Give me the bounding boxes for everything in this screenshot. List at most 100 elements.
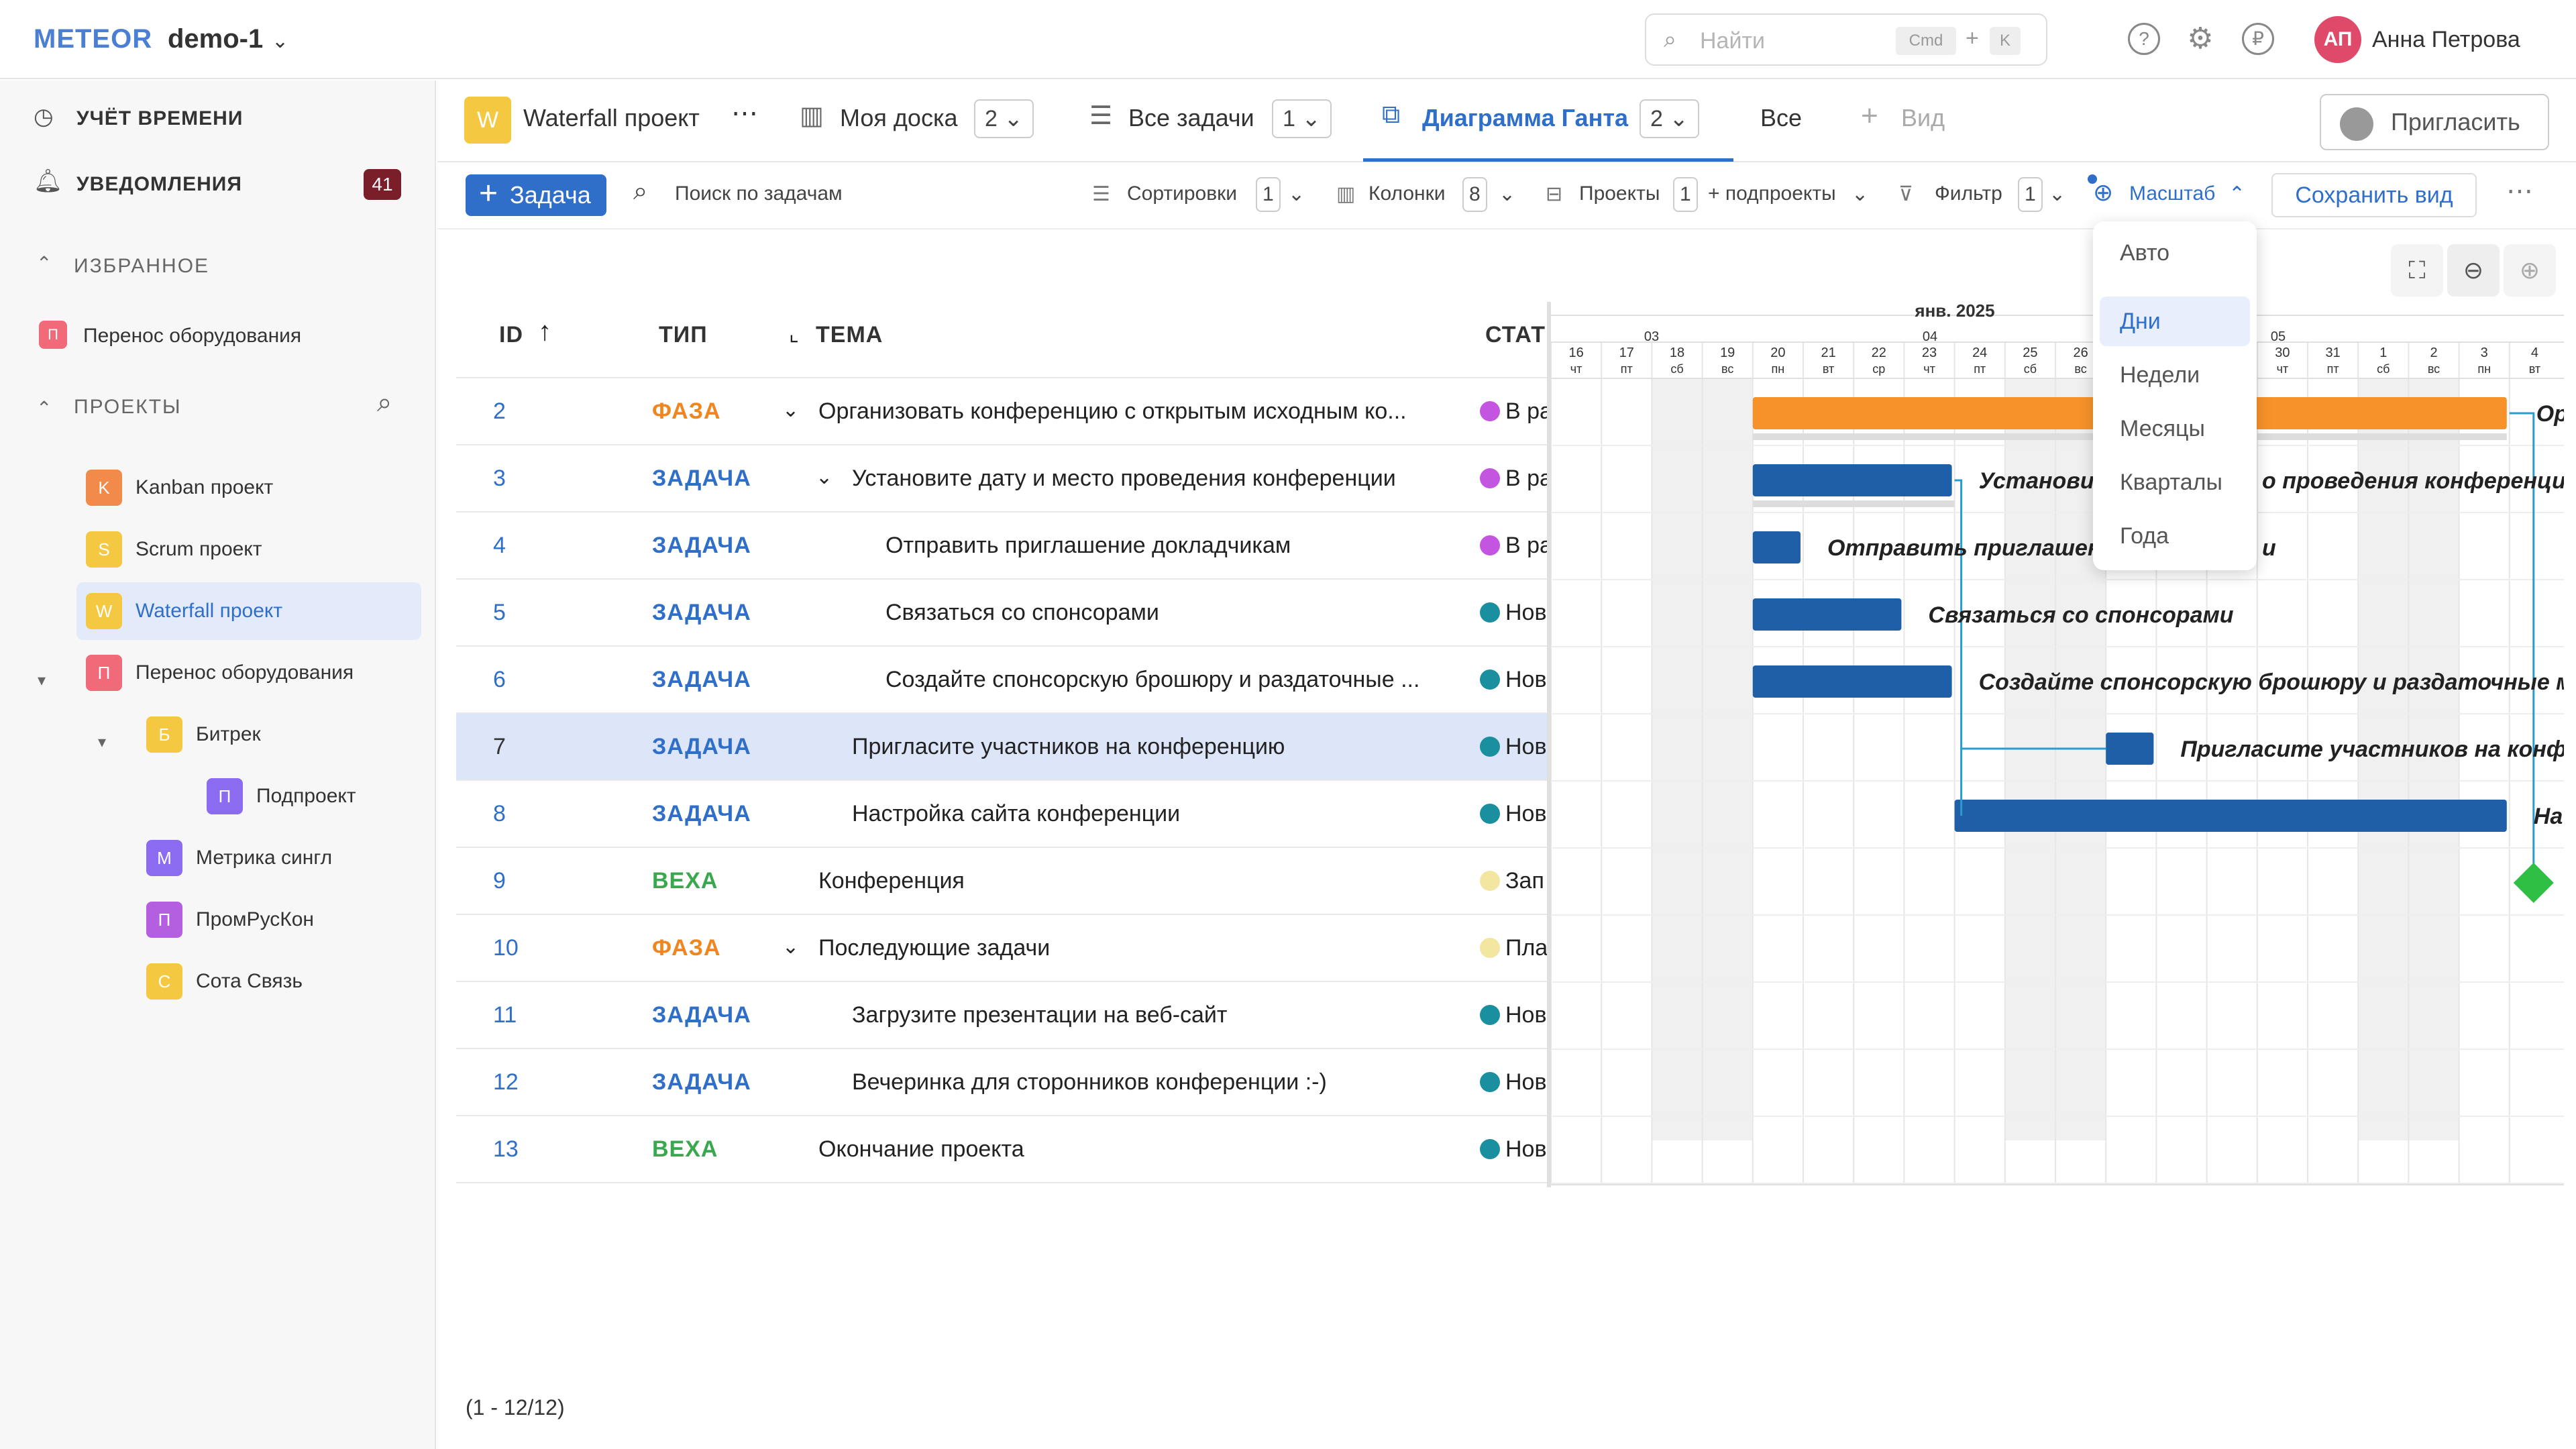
task-topic[interactable]: Отправить приглашение докладчикам	[885, 533, 1469, 559]
chevron-down-icon[interactable]: ⌄	[272, 30, 288, 53]
sidebar-project-label[interactable]: Метрика сингл	[196, 847, 332, 869]
tab-gantt[interactable]: Диаграмма Ганта	[1422, 104, 1628, 132]
tab-add-view[interactable]: Вид	[1901, 104, 1945, 132]
sidebar-project-label[interactable]: ПромРусКон	[196, 908, 314, 931]
projects-button[interactable]: Проекты	[1579, 182, 1660, 205]
task-id-link[interactable]: 6	[493, 667, 506, 693]
table-row[interactable]: 7 ЗАДАЧА Пригласите участников на конферен…	[456, 714, 1547, 781]
chevron-down-icon[interactable]: ⌄	[782, 398, 799, 422]
task-topic[interactable]: Вечеринка для сторонников конференции :-…	[852, 1069, 1469, 1095]
sort-button[interactable]: Сортировки	[1127, 182, 1237, 205]
avatar[interactable]: АП	[2314, 16, 2361, 63]
tab-all-tasks-count[interactable]: 1 ⌄	[1272, 99, 1332, 138]
user-name[interactable]: Анна Петрова	[2372, 27, 2520, 53]
task-topic[interactable]: Настройка сайта конференции	[852, 801, 1469, 827]
table-row[interactable]: 10 ФАЗА ⌄ Последующие задачи Пла	[456, 915, 1547, 982]
task-id-link[interactable]: 3	[493, 466, 506, 492]
scale-option[interactable]: Кварталы	[2120, 470, 2222, 496]
table-row[interactable]: 5 ЗАДАЧА Связаться со спонсорами Нов	[456, 580, 1547, 647]
task-id-link[interactable]: 13	[493, 1136, 519, 1163]
project-title[interactable]: Waterfall проект	[523, 104, 700, 132]
tab-all-tasks[interactable]: Все задачи	[1128, 104, 1254, 132]
scale-option[interactable]: Недели	[2120, 362, 2200, 388]
columns-button[interactable]: Колонки	[1368, 182, 1445, 205]
chevron-down-icon[interactable]: ⌄	[782, 935, 799, 959]
col-id-header[interactable]: ID	[499, 322, 523, 348]
sidebar-item-notifications[interactable]: УВЕДОМЛЕНИЯ	[76, 173, 242, 196]
sort-count[interactable]: 1	[1256, 177, 1281, 212]
projects-count[interactable]: 1	[1673, 177, 1698, 212]
chevron-down-icon[interactable]: ⌄	[1851, 182, 1868, 206]
table-row[interactable]: 4 ЗАДАЧА Отправить приглашение докладчикам…	[456, 513, 1547, 580]
tab-all[interactable]: Все	[1760, 104, 1802, 132]
columns-count[interactable]: 8	[1462, 177, 1487, 212]
table-row[interactable]: 11 ЗАДАЧА Загрузите презентации на веб-сай…	[456, 982, 1547, 1049]
chevron-down-icon[interactable]: ⌄	[1288, 182, 1305, 206]
table-row[interactable]: 2 ФАЗА ⌄ Организовать конференцию с открыты…	[456, 378, 1547, 445]
sidebar-project-label[interactable]: Waterfall проект	[136, 600, 282, 623]
chevron-up-icon[interactable]: ⌃	[36, 252, 52, 274]
chevron-up-icon[interactable]: ⌃	[2229, 182, 2245, 206]
task-topic[interactable]: Конференция	[818, 868, 1469, 894]
task-topic[interactable]: Загрузите презентации на веб-сайт	[852, 1002, 1469, 1028]
scale-option[interactable]: Авто	[2120, 240, 2169, 266]
task-id-link[interactable]: 5	[493, 600, 506, 626]
task-topic[interactable]: Создайте спонсорскую брошюру и раздаточн…	[885, 667, 1469, 693]
col-type-header[interactable]: ТИП	[659, 322, 708, 348]
add-task-button[interactable]: + Задача	[466, 174, 606, 216]
task-id-link[interactable]: 12	[493, 1069, 519, 1095]
chevron-down-icon[interactable]: ⌄	[2049, 182, 2065, 206]
filter-button[interactable]: Фильтр	[1935, 182, 2002, 205]
sidebar-project-label[interactable]: Битрек	[196, 723, 261, 746]
task-id-link[interactable]: 10	[493, 935, 519, 961]
tab-my-board[interactable]: Моя доска	[840, 104, 958, 132]
chevron-down-icon[interactable]: ⌄	[1499, 182, 1515, 206]
table-row[interactable]: 13 ВЕХА Окончание проекта Нов	[456, 1116, 1547, 1183]
workspace-name[interactable]: demo-1	[168, 24, 263, 54]
tab-my-board-count[interactable]: 2 ⌄	[974, 99, 1034, 138]
chevron-down-icon[interactable]: ⌄	[816, 466, 833, 489]
global-search-input[interactable]: ⌕ Найти Cmd + K	[1645, 13, 2047, 66]
task-topic[interactable]: Организовать конференцию с открытым исхо…	[818, 398, 1469, 425]
task-topic[interactable]: Окончание проекта	[818, 1136, 1469, 1163]
more-icon[interactable]: ⋯	[731, 98, 758, 129]
zoom-out-icon[interactable]: ⊖	[2447, 244, 2500, 297]
col-status-header[interactable]: СТАТ	[1485, 322, 1546, 348]
task-id-link[interactable]: 4	[493, 533, 506, 559]
task-topic[interactable]: Связаться со спонсорами	[885, 600, 1469, 626]
sidebar-project-label[interactable]: Kanban проект	[136, 476, 273, 499]
sidebar-project-label[interactable]: Scrum проект	[136, 538, 262, 561]
task-id-link[interactable]: 8	[493, 801, 506, 827]
sidebar-project-label[interactable]: Сота Связь	[196, 970, 303, 993]
task-topic[interactable]: Пригласите участников на конференцию	[852, 734, 1469, 760]
task-id-link[interactable]: 9	[493, 868, 506, 894]
task-id-link[interactable]: 2	[493, 398, 506, 425]
filter-count[interactable]: 1	[2018, 177, 2043, 212]
table-row[interactable]: 12 ЗАДАЧА Вечеринка для сторонников конфер…	[456, 1049, 1547, 1116]
zoom-in-icon[interactable]: ⊕	[2504, 244, 2556, 297]
more-icon[interactable]: ⋯	[2506, 176, 2533, 207]
table-row[interactable]: 3 ЗАДАЧА ⌄ Установите дату и место проведен…	[456, 445, 1547, 513]
scale-option[interactable]: Года	[2120, 523, 2169, 549]
table-row[interactable]: 9 ВЕХА Конференция Зап	[456, 848, 1547, 915]
fullscreen-icon[interactable]: ⛶	[2391, 244, 2443, 297]
save-view-button[interactable]: Сохранить вид	[2271, 173, 2477, 217]
task-id-link[interactable]: 7	[493, 734, 506, 760]
scale-button[interactable]: Масштаб	[2129, 182, 2215, 205]
scale-option[interactable]: Месяцы	[2120, 416, 2205, 442]
task-topic[interactable]: Установите дату и место проведения конфе…	[852, 466, 1469, 492]
ruble-icon[interactable]: ₽	[2242, 23, 2274, 55]
caret-down-icon[interactable]: ▾	[38, 671, 46, 690]
favorite-item-label[interactable]: Перенос оборудования	[83, 325, 301, 347]
help-icon[interactable]: ?	[2128, 23, 2160, 55]
task-topic[interactable]: Последующие задачи	[818, 935, 1469, 961]
plus-icon[interactable]: +	[1861, 99, 1878, 133]
col-topic-header[interactable]: ТЕМА	[816, 322, 883, 348]
sidebar-project-label[interactable]: Подпроект	[256, 785, 356, 808]
tab-gantt-count[interactable]: 2 ⌄	[1640, 99, 1699, 138]
task-search-input[interactable]: Поиск по задачам	[675, 182, 843, 205]
scale-option[interactable]: Дни	[2120, 309, 2161, 335]
table-row[interactable]: 6 ЗАДАЧА Создайте спонсорскую брошюру и ра…	[456, 647, 1547, 714]
gear-icon[interactable]: ⚙	[2184, 23, 2216, 55]
caret-down-icon[interactable]: ▾	[98, 733, 106, 752]
